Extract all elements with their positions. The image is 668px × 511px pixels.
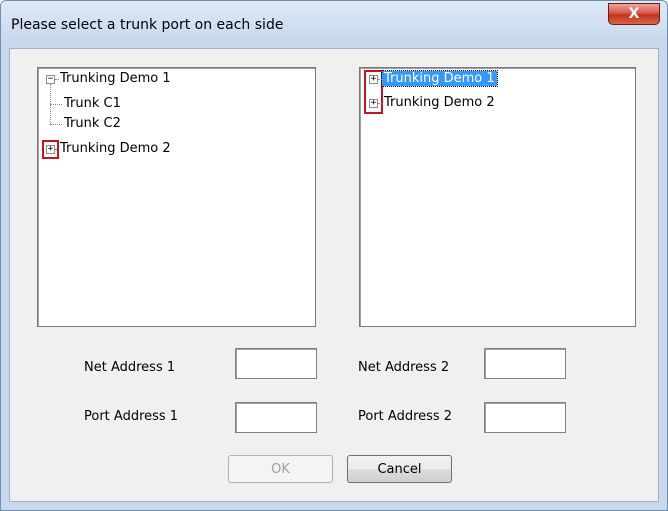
net-address-2-label: Net Address 2 bbox=[358, 360, 450, 375]
net-address-1-field[interactable] bbox=[235, 348, 317, 379]
net-address-2-field[interactable] bbox=[484, 348, 566, 379]
port-address-2-label: Port Address 2 bbox=[358, 409, 453, 424]
tree-connector bbox=[50, 124, 62, 125]
tree-node-trunking-demo-1[interactable]: Trunking Demo 1 bbox=[60, 69, 171, 89]
port-address-1-field[interactable] bbox=[235, 402, 317, 433]
selected-node-label: Trunking Demo 1 bbox=[381, 70, 498, 87]
dialog-window: Please select a trunk port on each side … bbox=[0, 0, 668, 511]
tree-node-trunking-demo-1[interactable]: Trunking Demo 1 bbox=[381, 69, 498, 89]
dialog-client-area: − Trunking Demo 1 Trunk C1 Trunk C2 + Tr… bbox=[9, 48, 659, 502]
tree-node-trunk-c1[interactable]: Trunk C1 bbox=[64, 94, 121, 114]
tree-node-trunking-demo-2[interactable]: Trunking Demo 2 bbox=[384, 93, 495, 113]
tree-connector bbox=[378, 103, 382, 104]
tree-connector bbox=[50, 104, 62, 105]
net-address-1-label: Net Address 1 bbox=[84, 360, 176, 375]
expand-icon[interactable]: + bbox=[369, 75, 378, 84]
ok-button[interactable]: OK bbox=[228, 455, 333, 483]
expand-icon[interactable]: + bbox=[46, 145, 55, 154]
tree-connector bbox=[55, 79, 59, 80]
collapse-icon[interactable]: − bbox=[46, 75, 55, 84]
port-address-1-label: Port Address 1 bbox=[84, 409, 179, 424]
expand-icon[interactable]: + bbox=[369, 99, 378, 108]
window-title: Please select a trunk port on each side bbox=[11, 17, 284, 33]
close-button[interactable]: X bbox=[608, 3, 660, 25]
port-address-2-field[interactable] bbox=[484, 402, 566, 433]
left-tree-view[interactable]: − Trunking Demo 1 Trunk C1 Trunk C2 + Tr… bbox=[37, 67, 316, 327]
tree-node-trunking-demo-2[interactable]: Trunking Demo 2 bbox=[60, 139, 171, 159]
tree-node-trunk-c2[interactable]: Trunk C2 bbox=[64, 114, 121, 134]
cancel-button[interactable]: Cancel bbox=[347, 455, 452, 483]
close-icon: X bbox=[628, 6, 640, 22]
right-tree-view[interactable]: + Trunking Demo 1 + Trunking Demo 2 bbox=[359, 67, 636, 327]
